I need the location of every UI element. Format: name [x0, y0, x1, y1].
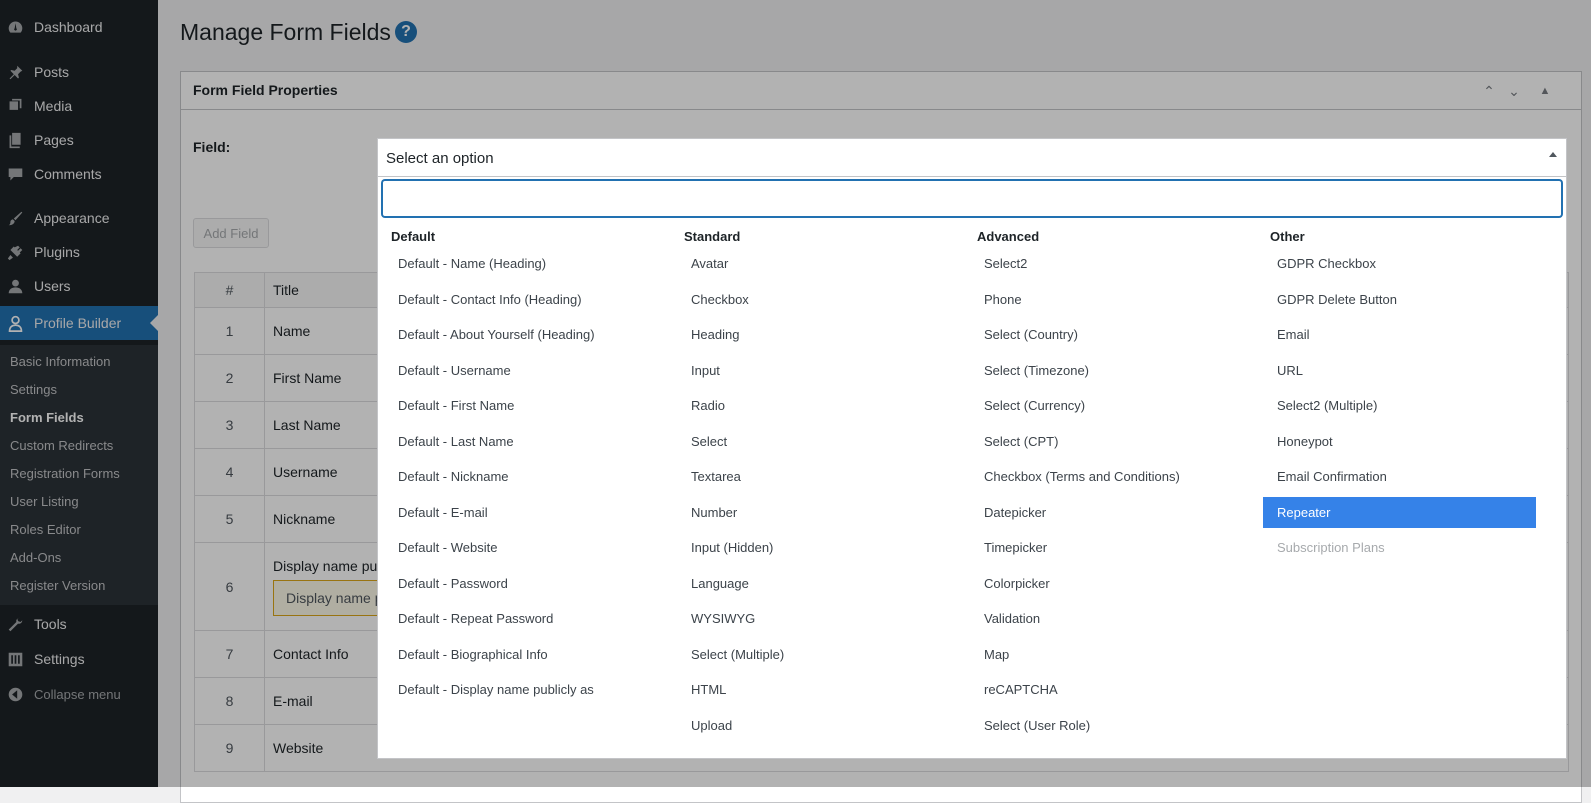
dropdown-option[interactable]: Select (CPT) [970, 426, 1243, 457]
dropdown-option[interactable]: Colorpicker [970, 568, 1243, 599]
field-type-select[interactable]: Select an option [377, 138, 1567, 176]
dropdown-option[interactable]: Default - Last Name [384, 426, 657, 457]
dropdown-option[interactable]: Select [677, 426, 950, 457]
dropdown-option[interactable]: Default - Name (Heading) [384, 248, 657, 279]
option-group-label: Other [1270, 229, 1305, 244]
dropdown-option[interactable]: Input (Hidden) [677, 532, 950, 563]
dropdown-option[interactable]: Default - E-mail [384, 497, 657, 528]
dropdown-option[interactable]: Select (Timezone) [970, 355, 1243, 386]
dropdown-option[interactable]: Select2 (Multiple) [1263, 390, 1536, 421]
dropdown-option[interactable]: WYSIWYG [677, 603, 950, 634]
field-type-dropdown: Default Default - Name (Heading) Default -… [377, 176, 1567, 759]
dropdown-option[interactable]: Avatar [677, 248, 950, 279]
dropdown-option[interactable]: Select (Multiple) [677, 639, 950, 670]
dropdown-option[interactable]: Select2 [970, 248, 1243, 279]
dropdown-option[interactable]: Checkbox [677, 284, 950, 315]
dropdown-option: Subscription Plans [1277, 540, 1385, 555]
option-group-label: Advanced [977, 229, 1040, 244]
dropdown-option[interactable]: Input [677, 355, 950, 386]
dropdown-option[interactable]: Select (Currency) [970, 390, 1243, 421]
dropdown-option[interactable]: Email Confirmation [1263, 461, 1536, 492]
dropdown-option[interactable]: GDPR Delete Button [1263, 284, 1536, 315]
dropdown-option[interactable]: reCAPTCHA [970, 674, 1243, 705]
dropdown-option[interactable]: Phone [970, 284, 1243, 315]
dropdown-option[interactable]: Heading [677, 319, 950, 350]
dropdown-search-input[interactable] [382, 180, 1562, 217]
dropdown-option[interactable]: Upload [677, 710, 950, 741]
dropdown-option[interactable]: Default - Display name publicly as [384, 674, 657, 705]
dropdown-option[interactable]: Repeater [1263, 496, 1536, 528]
dropdown-option[interactable]: Timepicker [970, 532, 1243, 563]
option-group-label: Standard [684, 229, 741, 244]
dropdown-option[interactable]: Default - Website [384, 532, 657, 563]
dropdown-option[interactable]: Textarea [677, 461, 950, 492]
select-value: Select an option [386, 150, 494, 167]
dropdown-option[interactable]: Default - First Name [384, 390, 657, 421]
dropdown-option[interactable]: Default - Password [384, 568, 657, 599]
dropdown-option[interactable]: Select (Country) [970, 319, 1243, 350]
dropdown-option[interactable]: Default - Repeat Password [384, 603, 657, 634]
dropdown-option[interactable]: Default - About Yourself (Heading) [384, 319, 657, 350]
dropdown-option[interactable]: Select (User Role) [970, 710, 1243, 741]
dropdown-option[interactable]: Email [1263, 319, 1536, 350]
dropdown-option[interactable]: Map [970, 639, 1243, 670]
dropdown-option[interactable]: HTML [677, 674, 950, 705]
dropdown-option[interactable]: Datepicker [970, 497, 1243, 528]
dropdown-option[interactable]: GDPR Checkbox [1263, 248, 1536, 279]
dropdown-option[interactable]: Default - Contact Info (Heading) [384, 284, 657, 315]
dropdown-option[interactable]: Number [677, 497, 950, 528]
dropdown-option[interactable]: Language [677, 568, 950, 599]
dropdown-option[interactable]: Default - Biographical Info [384, 639, 657, 670]
dropdown-option[interactable]: Default - Nickname [384, 461, 657, 492]
dropdown-option[interactable]: Radio [677, 390, 950, 421]
option-group-label: Default [391, 229, 436, 244]
chevron-up-icon [1549, 152, 1557, 157]
dropdown-option[interactable]: Validation [970, 603, 1243, 634]
dropdown-option[interactable]: Checkbox (Terms and Conditions) [970, 461, 1243, 492]
dropdown-option[interactable]: Honeypot [1263, 426, 1536, 457]
dropdown-option[interactable]: URL [1263, 355, 1536, 386]
dropdown-option[interactable]: Default - Username [384, 355, 657, 386]
